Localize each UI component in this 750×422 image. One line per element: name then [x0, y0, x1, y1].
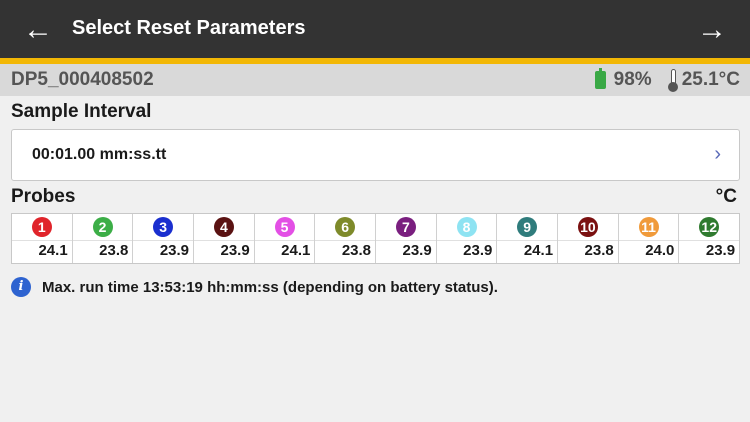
- battery-level: 98%: [613, 69, 652, 90]
- probe-divider: [376, 240, 436, 241]
- probe-number-badge: 9: [517, 217, 538, 237]
- probe-divider: [558, 240, 618, 241]
- probe-number-badge: 4: [213, 217, 234, 237]
- sample-interval-value: 00:01.00 mm:ss.tt: [32, 146, 167, 163]
- probe-divider: [12, 240, 72, 241]
- probe-number-badge: 2: [92, 217, 113, 237]
- probe-value: 24.1: [38, 242, 68, 259]
- device-status: 98% 25.1°C: [594, 68, 740, 92]
- probe-value: 23.9: [159, 242, 190, 259]
- device-name: DP5_000408502: [11, 69, 154, 90]
- probe-number-badge: 11: [638, 217, 659, 237]
- probe-cell: 2 23.8: [72, 214, 134, 263]
- run-time-info: i Max. run time 13:53:19 hh:mm:ss (depen…: [11, 277, 498, 297]
- page-title: Select Reset Parameters: [72, 17, 306, 39]
- forward-arrow-icon[interactable]: →: [692, 10, 732, 50]
- sample-interval-field[interactable]: 00:01.00 mm:ss.tt ›: [11, 129, 740, 181]
- probe-value: 23.8: [99, 242, 129, 259]
- probe-cell: 9 24.1: [497, 214, 559, 263]
- probes-label: Probes: [11, 186, 76, 207]
- run-time-text: Max. run time 13:53:19 hh:mm:ss (dependi…: [42, 278, 498, 296]
- probe-number-badge: 12: [699, 217, 720, 237]
- probe-number-badge: 3: [153, 217, 174, 237]
- probe-value: 24.1: [523, 242, 554, 259]
- probe-number-badge: 7: [395, 217, 416, 237]
- probe-cell: 6 23.8: [315, 214, 377, 263]
- battery-icon: [594, 68, 606, 89]
- probe-divider: [497, 240, 558, 241]
- probe-value: 24.0: [645, 242, 675, 259]
- probe-divider: [133, 240, 194, 241]
- probe-number-badge: 5: [274, 217, 295, 237]
- probe-cell: 1 24.1: [12, 214, 73, 263]
- probe-value: 23.8: [341, 242, 372, 259]
- device-temperature: 25.1°C: [681, 69, 740, 90]
- chevron-right-icon: ›: [714, 143, 721, 165]
- probe-value: 23.9: [463, 242, 493, 259]
- probes-table: 1 24.1 2 23.8 3 23.9 4 23.9 5 24.1 6 23.8 7 23.9 8 23.9…: [11, 213, 740, 264]
- probe-value: 24.1: [281, 242, 311, 259]
- probe-cell: 4 23.9: [194, 214, 255, 263]
- probe-value: 23.9: [705, 242, 736, 259]
- probe-divider: [679, 240, 740, 241]
- probes-unit: °C: [715, 186, 737, 207]
- probe-value: 23.8: [584, 242, 614, 259]
- probe-cell: 7 23.9: [376, 214, 437, 263]
- device-status-bar: DP5_000408502 98% 25.1°C: [0, 64, 750, 96]
- probe-divider: [315, 240, 376, 241]
- probe-value: 23.9: [220, 242, 250, 259]
- top-bar: ← Select Reset Parameters →: [0, 0, 750, 64]
- probe-divider: [72, 240, 133, 241]
- probe-cell: 11 24.0: [618, 214, 680, 263]
- probe-number-badge: 8: [456, 217, 477, 237]
- back-arrow-icon[interactable]: ←: [18, 10, 58, 50]
- sample-interval-label: Sample Interval: [11, 101, 152, 122]
- probe-number-badge: 1: [31, 217, 52, 237]
- probe-divider: [618, 240, 679, 241]
- probe-cell: 5 24.1: [254, 214, 316, 263]
- probe-divider: [194, 240, 254, 241]
- probe-number-badge: 6: [335, 217, 356, 237]
- probe-cell: 8 23.9: [436, 214, 498, 263]
- probe-divider: [436, 240, 497, 241]
- probe-cell: 3 23.9: [133, 214, 195, 263]
- probe-divider: [254, 240, 315, 241]
- probe-number-badge: 10: [577, 217, 598, 237]
- probe-cell: 12 23.9: [679, 214, 740, 263]
- probe-value: 23.9: [402, 242, 432, 259]
- probe-cell: 10 23.8: [558, 214, 619, 263]
- info-icon: i: [11, 277, 31, 297]
- thermometer-icon: [667, 69, 678, 92]
